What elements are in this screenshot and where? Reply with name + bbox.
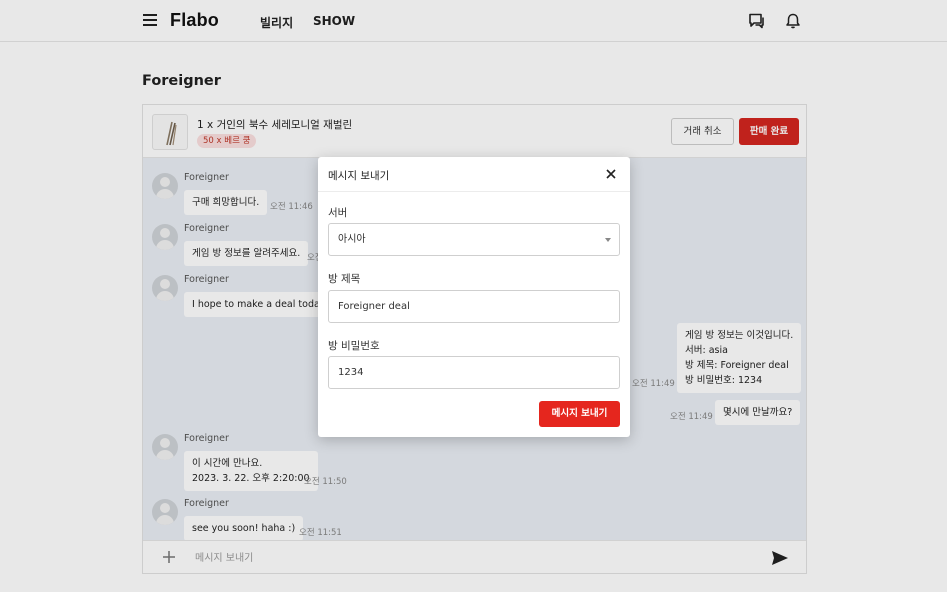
send-message-button[interactable]: 메시지 보내기 — [539, 401, 620, 427]
close-icon[interactable] — [604, 167, 618, 181]
server-label: 서버 — [328, 207, 348, 219]
send-message-modal: 메시지 보내기 서버 아시아 방 제목 방 비밀번호 메시지 보내기 — [318, 157, 630, 437]
modal-title: 메시지 보내기 — [328, 170, 390, 182]
modal-header: 메시지 보내기 — [318, 157, 630, 192]
server-select[interactable]: 아시아 — [328, 223, 620, 256]
room-password-field[interactable] — [328, 356, 620, 389]
room-title-field[interactable] — [328, 290, 620, 323]
chevron-down-icon — [605, 238, 611, 242]
room-title-label: 방 제목 — [328, 273, 361, 285]
room-password-label: 방 비밀번호 — [328, 340, 380, 352]
